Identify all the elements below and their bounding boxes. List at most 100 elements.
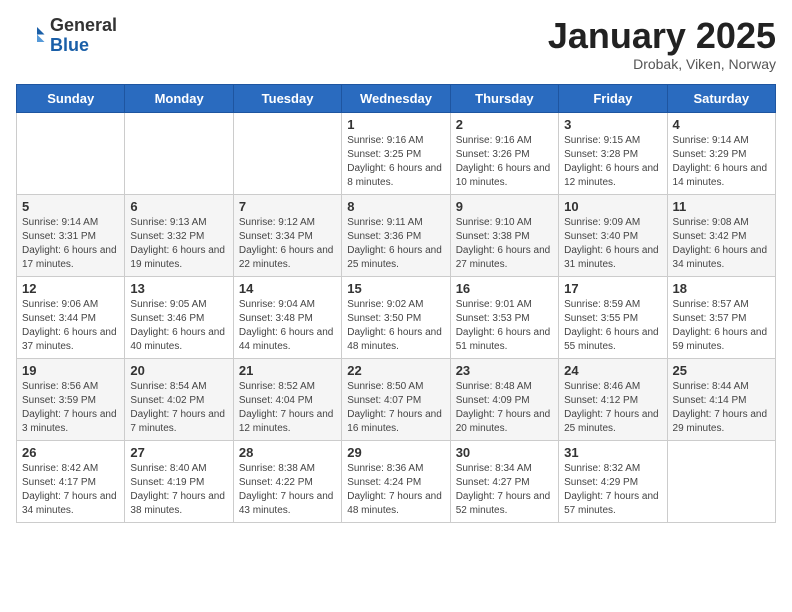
day-info: Sunrise: 8:40 AM Sunset: 4:19 PM Dayligh…: [130, 462, 227, 518]
calendar-cell: 11Sunrise: 9:08 AM Sunset: 3:42 PM Dayli…: [667, 194, 775, 276]
day-info: Sunrise: 9:05 AM Sunset: 3:46 PM Dayligh…: [130, 298, 227, 354]
location: Drobak, Viken, Norway: [548, 56, 776, 72]
day-number: 12: [22, 281, 119, 296]
day-info: Sunrise: 9:12 AM Sunset: 3:34 PM Dayligh…: [239, 216, 336, 272]
calendar-cell: 17 Sunrise: 8:59 AM Sunset: 3:55 PM Dayli…: [559, 276, 667, 358]
day-info: Sunrise: 8:32 AM Sunset: 4:29 PM Dayligh…: [564, 462, 661, 518]
weekday-header: Monday: [125, 84, 233, 112]
day-number: 7: [239, 199, 336, 214]
calendar-cell: 29 Sunrise: 8:36 AM Sunset: 4:24 PM Dayli…: [342, 440, 450, 522]
day-info: Sunrise: 8:48 AM Sunset: 4:09 PM Dayligh…: [456, 380, 553, 436]
day-number: 4: [673, 117, 770, 132]
page-header: General Blue January 2025 Drobak, Viken,…: [16, 16, 776, 72]
day-info: Sunrise: 9:06 AM Sunset: 3:44 PM Dayligh…: [22, 298, 119, 354]
day-info: Sunrise: 8:36 AM Sunset: 4:24 PM Dayligh…: [347, 462, 444, 518]
calendar-cell: 18 Sunrise: 8:57 AM Sunset: 3:57 PM Dayli…: [667, 276, 775, 358]
logo-general: General: [50, 16, 117, 36]
day-number: 30: [456, 445, 553, 460]
calendar-cell: 24 Sunrise: 8:46 AM Sunset: 4:12 PM Dayli…: [559, 358, 667, 440]
day-info: Sunrise: 8:57 AM Sunset: 3:57 PM Dayligh…: [673, 298, 770, 354]
calendar-cell: 10Sunrise: 9:09 AM Sunset: 3:40 PM Dayli…: [559, 194, 667, 276]
day-number: 16: [456, 281, 553, 296]
day-info: Sunrise: 8:59 AM Sunset: 3:55 PM Dayligh…: [564, 298, 661, 354]
calendar-cell: 5 Sunrise: 9:14 AM Sunset: 3:31 PM Daylig…: [17, 194, 125, 276]
calendar-cell: [125, 112, 233, 194]
day-info: Sunrise: 8:56 AM Sunset: 3:59 PM Dayligh…: [22, 380, 119, 436]
day-number: 18: [673, 281, 770, 296]
day-number: 29: [347, 445, 444, 460]
day-info: Sunrise: 9:11 AM Sunset: 3:36 PM Dayligh…: [347, 216, 444, 272]
day-number: 17: [564, 281, 661, 296]
day-info: Sunrise: 8:50 AM Sunset: 4:07 PM Dayligh…: [347, 380, 444, 436]
day-number: 8: [347, 199, 444, 214]
logo-icon: [16, 21, 46, 51]
day-number: 13: [130, 281, 227, 296]
day-number: 19: [22, 363, 119, 378]
day-number: 23: [456, 363, 553, 378]
calendar-cell: 19 Sunrise: 8:56 AM Sunset: 3:59 PM Dayli…: [17, 358, 125, 440]
day-number: 24: [564, 363, 661, 378]
calendar-cell: 22Sunrise: 8:50 AM Sunset: 4:07 PM Dayli…: [342, 358, 450, 440]
day-info: Sunrise: 9:14 AM Sunset: 3:31 PM Dayligh…: [22, 216, 119, 272]
day-number: 5: [22, 199, 119, 214]
day-info: Sunrise: 8:54 AM Sunset: 4:02 PM Dayligh…: [130, 380, 227, 436]
day-number: 27: [130, 445, 227, 460]
day-info: Sunrise: 9:16 AM Sunset: 3:25 PM Dayligh…: [347, 134, 444, 190]
calendar-table: SundayMondayTuesdayWednesdayThursdayFrid…: [16, 84, 776, 523]
calendar-cell: 7 Sunrise: 9:12 AM Sunset: 3:34 PM Daylig…: [233, 194, 341, 276]
calendar-cell: 30 Sunrise: 8:34 AM Sunset: 4:27 PM Dayli…: [450, 440, 558, 522]
calendar-week-row: 5 Sunrise: 9:14 AM Sunset: 3:31 PM Daylig…: [17, 194, 776, 276]
calendar-cell: 28 Sunrise: 8:38 AM Sunset: 4:22 PM Dayli…: [233, 440, 341, 522]
calendar-cell: 14 Sunrise: 9:04 AM Sunset: 3:48 PM Dayli…: [233, 276, 341, 358]
day-number: 11: [673, 199, 770, 214]
calendar-cell: 9Sunrise: 9:10 AM Sunset: 3:38 PM Daylig…: [450, 194, 558, 276]
day-number: 26: [22, 445, 119, 460]
month-title: January 2025: [548, 16, 776, 56]
calendar-week-row: 12 Sunrise: 9:06 AM Sunset: 3:44 PM Dayli…: [17, 276, 776, 358]
day-info: Sunrise: 9:04 AM Sunset: 3:48 PM Dayligh…: [239, 298, 336, 354]
day-number: 20: [130, 363, 227, 378]
day-number: 28: [239, 445, 336, 460]
day-number: 1: [347, 117, 444, 132]
day-info: Sunrise: 8:44 AM Sunset: 4:14 PM Dayligh…: [673, 380, 770, 436]
day-info: Sunrise: 9:14 AM Sunset: 3:29 PM Dayligh…: [673, 134, 770, 190]
day-info: Sunrise: 9:02 AM Sunset: 3:50 PM Dayligh…: [347, 298, 444, 354]
calendar-cell: 27 Sunrise: 8:40 AM Sunset: 4:19 PM Dayli…: [125, 440, 233, 522]
day-number: 31: [564, 445, 661, 460]
calendar-cell: 8 Sunrise: 9:11 AM Sunset: 3:36 PM Daylig…: [342, 194, 450, 276]
calendar-cell: 3Sunrise: 9:15 AM Sunset: 3:28 PM Daylig…: [559, 112, 667, 194]
calendar-cell: 1 Sunrise: 9:16 AM Sunset: 3:25 PM Daylig…: [342, 112, 450, 194]
logo: General Blue: [16, 16, 117, 56]
calendar-cell: 31 Sunrise: 8:32 AM Sunset: 4:29 PM Dayli…: [559, 440, 667, 522]
day-number: 3: [564, 117, 661, 132]
day-info: Sunrise: 8:52 AM Sunset: 4:04 PM Dayligh…: [239, 380, 336, 436]
day-info: Sunrise: 9:09 AM Sunset: 3:40 PM Dayligh…: [564, 216, 661, 272]
title-block: January 2025 Drobak, Viken, Norway: [548, 16, 776, 72]
weekday-header: Saturday: [667, 84, 775, 112]
weekday-header: Friday: [559, 84, 667, 112]
day-info: Sunrise: 9:10 AM Sunset: 3:38 PM Dayligh…: [456, 216, 553, 272]
calendar-cell: 15Sunrise: 9:02 AM Sunset: 3:50 PM Dayli…: [342, 276, 450, 358]
calendar-cell: 6Sunrise: 9:13 AM Sunset: 3:32 PM Daylig…: [125, 194, 233, 276]
day-number: 14: [239, 281, 336, 296]
day-info: Sunrise: 8:34 AM Sunset: 4:27 PM Dayligh…: [456, 462, 553, 518]
calendar-cell: 12 Sunrise: 9:06 AM Sunset: 3:44 PM Dayli…: [17, 276, 125, 358]
logo-text: General Blue: [50, 16, 117, 56]
calendar-cell: 21Sunrise: 8:52 AM Sunset: 4:04 PM Dayli…: [233, 358, 341, 440]
day-info: Sunrise: 8:46 AM Sunset: 4:12 PM Dayligh…: [564, 380, 661, 436]
calendar-cell: 2Sunrise: 9:16 AM Sunset: 3:26 PM Daylig…: [450, 112, 558, 194]
calendar-cell: [667, 440, 775, 522]
day-number: 6: [130, 199, 227, 214]
day-info: Sunrise: 8:42 AM Sunset: 4:17 PM Dayligh…: [22, 462, 119, 518]
day-info: Sunrise: 8:38 AM Sunset: 4:22 PM Dayligh…: [239, 462, 336, 518]
calendar-cell: 23 Sunrise: 8:48 AM Sunset: 4:09 PM Dayli…: [450, 358, 558, 440]
calendar-cell: 16Sunrise: 9:01 AM Sunset: 3:53 PM Dayli…: [450, 276, 558, 358]
weekday-header: Thursday: [450, 84, 558, 112]
weekday-header: Tuesday: [233, 84, 341, 112]
weekday-header: Sunday: [17, 84, 125, 112]
day-number: 25: [673, 363, 770, 378]
calendar-cell: 25 Sunrise: 8:44 AM Sunset: 4:14 PM Dayli…: [667, 358, 775, 440]
day-info: Sunrise: 9:16 AM Sunset: 3:26 PM Dayligh…: [456, 134, 553, 190]
calendar-cell: 20 Sunrise: 8:54 AM Sunset: 4:02 PM Dayli…: [125, 358, 233, 440]
calendar-week-row: 19 Sunrise: 8:56 AM Sunset: 3:59 PM Dayli…: [17, 358, 776, 440]
